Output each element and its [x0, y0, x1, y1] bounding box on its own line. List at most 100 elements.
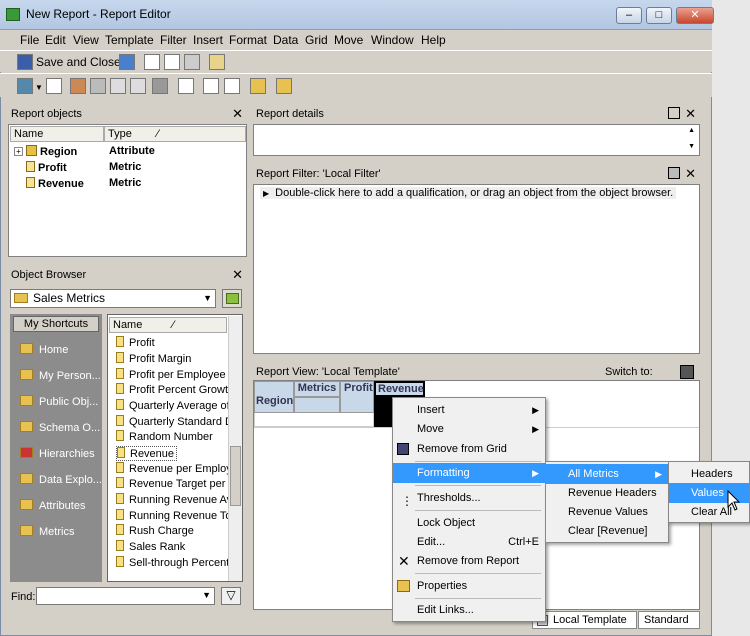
folder-up-button[interactable] [222, 289, 242, 308]
menu-insert[interactable]: Insert [193, 33, 223, 47]
shortcut-attributes[interactable]: Attributes [20, 499, 85, 512]
shortcut-metrics[interactable]: Metrics [20, 525, 74, 538]
maximize-button[interactable]: □ [646, 7, 672, 24]
menu-grid[interactable]: Grid [305, 33, 328, 47]
list-item[interactable]: Rush Charge [116, 524, 194, 537]
menu-data[interactable]: Data [273, 33, 298, 47]
list-item[interactable]: Running Revenue Av [116, 493, 232, 506]
close-icon[interactable]: ✕ [685, 164, 696, 184]
sql-view-icon[interactable] [90, 78, 106, 94]
menu-item-formatting[interactable]: Formatting ▶ [393, 463, 545, 483]
scroll-up-icon[interactable]: ▲ [688, 127, 695, 134]
menu-file[interactable]: File [20, 33, 39, 47]
menu-item-thresholds[interactable]: ⋮ Thresholds... [393, 488, 545, 508]
grid-graph-icon[interactable] [110, 78, 126, 94]
drill-icon[interactable] [224, 78, 240, 94]
menu-template[interactable]: Template [105, 33, 154, 47]
menu-item-remove-from-grid[interactable]: Remove from Grid [393, 439, 545, 459]
menu-format[interactable]: Format [229, 33, 267, 47]
menu-item-properties[interactable]: Properties [393, 576, 545, 596]
close-icon[interactable]: ✕ [232, 265, 243, 285]
grid-header-metrics[interactable]: Metrics [294, 381, 340, 397]
tab-local-template[interactable]: Local Template [532, 611, 637, 629]
menu-item-revenue-headers[interactable]: Revenue Headers [546, 483, 668, 503]
shortcut-schema-objects[interactable]: Schema O... [20, 421, 100, 434]
stop-icon[interactable] [152, 78, 168, 94]
filter-icon[interactable] [130, 78, 146, 94]
my-shortcuts-button[interactable]: My Shortcuts [13, 316, 99, 332]
properties-icon[interactable] [276, 78, 292, 94]
list-item[interactable]: Revenue Target per I [116, 477, 232, 490]
close-icon[interactable]: ✕ [232, 104, 243, 124]
menu-item-edit-links[interactable]: Edit Links... [393, 600, 545, 620]
menu-edit[interactable]: Edit [45, 33, 66, 47]
design-view-icon[interactable] [70, 78, 86, 94]
grid-header-region[interactable]: Region [254, 395, 294, 413]
close-icon[interactable]: ✕ [685, 104, 696, 124]
object-browser-icon[interactable] [203, 78, 219, 94]
menu-window[interactable]: Window [371, 33, 414, 47]
menu-item-clear-revenue[interactable]: Clear [Revenue] [546, 521, 668, 541]
list-item[interactable]: Running Revenue To [116, 509, 232, 522]
menu-item-all-metrics[interactable]: All Metrics ▶ [546, 464, 668, 484]
filter-hint[interactable]: ▶ Double-click here to add a qualificatio… [260, 187, 677, 199]
column-header-name[interactable]: Name ⁄ [109, 317, 227, 333]
column-header-type[interactable]: Type ⁄ [104, 126, 246, 142]
list-item[interactable]: Profit per Employee [116, 368, 226, 381]
export-icon[interactable] [209, 54, 225, 70]
list-item[interactable]: Random Number [116, 430, 213, 443]
list-item[interactable]: Profit [26, 161, 67, 174]
menu-item-insert[interactable]: Insert ▶ [393, 400, 545, 420]
column-header-name[interactable]: Name [10, 126, 104, 142]
wizard-icon[interactable] [250, 78, 266, 94]
list-item[interactable]: Revenue [26, 177, 84, 190]
folder-select[interactable]: Sales Metrics ▼ [10, 289, 216, 308]
list-item[interactable]: Sell-through Percent [116, 556, 229, 569]
grid-header-profit[interactable]: Profit [340, 381, 374, 413]
list-item[interactable]: Sales Rank [116, 540, 185, 553]
menu-item-revenue-values[interactable]: Revenue Values [546, 502, 668, 522]
expand-icon[interactable]: + [14, 147, 23, 156]
shortcut-hierarchies[interactable]: Hierarchies [20, 447, 95, 460]
graph-icon[interactable] [46, 78, 62, 94]
print-preview-icon[interactable] [164, 54, 180, 70]
minimize-button[interactable]: – [616, 7, 642, 24]
shortcut-data-explorer[interactable]: Data Explo... [20, 473, 102, 486]
print-icon[interactable] [184, 54, 200, 70]
scroll-down-icon[interactable]: ▼ [688, 143, 695, 150]
tab-standard[interactable]: Standard [638, 611, 700, 629]
list-item[interactable]: Region [26, 145, 77, 158]
menu-item-headers[interactable]: Headers [669, 464, 749, 484]
scrollbar-thumb[interactable] [230, 446, 241, 506]
vertical-scrollbar[interactable] [228, 316, 242, 581]
filter-drop-area[interactable]: ▶ Double-click here to add a qualificatio… [253, 184, 700, 354]
menu-item-lock-object[interactable]: Lock Object [393, 513, 545, 533]
grid-view-icon[interactable] [17, 78, 33, 94]
grid-header-revenue[interactable]: Revenue [374, 381, 425, 397]
menu-filter[interactable]: Filter [160, 33, 187, 47]
save-icon[interactable] [17, 54, 33, 70]
switch-view-icon[interactable] [680, 365, 694, 379]
menu-item-move[interactable]: Move ▶ [393, 419, 545, 439]
list-item-selected[interactable]: Revenue [116, 446, 178, 461]
dropdown-arrow-icon[interactable]: ▼ [35, 83, 43, 92]
open-book-icon[interactable] [144, 54, 160, 70]
close-window-button[interactable]: ✕ [676, 7, 714, 24]
menu-view[interactable]: View [73, 33, 99, 47]
list-item[interactable]: Profit Percent Growt [116, 383, 228, 396]
page-by-icon[interactable] [178, 78, 194, 94]
maximize-panel-icon[interactable] [668, 107, 680, 119]
list-item[interactable]: Revenue per Employ [116, 462, 232, 475]
list-item[interactable]: Profit Margin [116, 352, 191, 365]
shortcut-public-objects[interactable]: Public Obj... [20, 395, 98, 408]
list-item[interactable]: Quarterly Standard D [116, 415, 233, 428]
filter-button[interactable]: ▽ [221, 587, 241, 605]
find-input[interactable]: ▼ [36, 587, 215, 605]
menu-item-edit[interactable]: Edit... Ctrl+E [393, 532, 545, 552]
menu-help[interactable]: Help [421, 33, 446, 47]
shortcut-home[interactable]: Home [20, 343, 68, 356]
list-item[interactable]: Profit [116, 336, 155, 349]
menu-item-remove-from-report[interactable]: ✕ Remove from Report [393, 551, 545, 571]
minimize-panel-icon[interactable] [668, 167, 680, 179]
save-as-icon[interactable] [119, 54, 135, 70]
